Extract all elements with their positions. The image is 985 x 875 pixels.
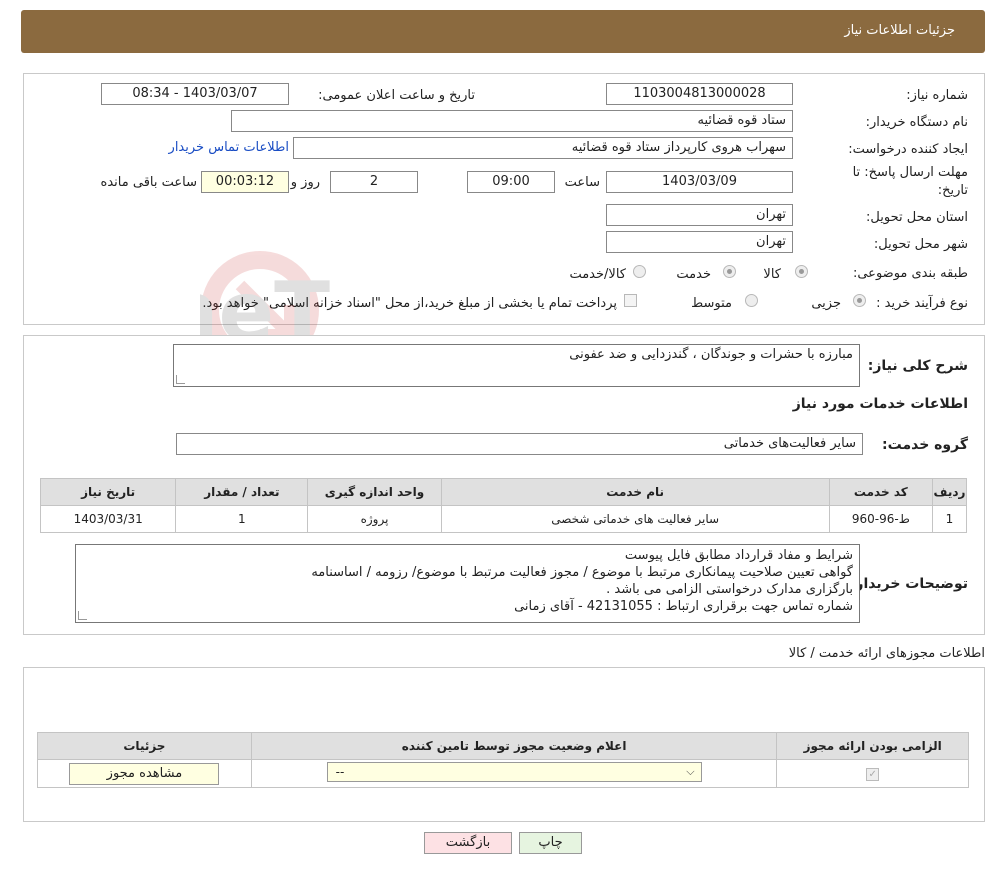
view-permit-button[interactable]: مشاهده مجوز [69, 762, 220, 785]
resize-grip-icon[interactable] [78, 611, 87, 620]
need-number-field: 1103004813000028 [606, 83, 793, 105]
service-group-label: گروه خدمت: [882, 437, 968, 453]
cell-date: 1403/03/31 [39, 505, 177, 533]
buyer-notes-line: بارگزاری مدارک درخواستی الزامی می باشد . [606, 582, 853, 597]
buyer-notes-line: شماره تماس جهت برقراری ارتباط : 42131055… [514, 599, 853, 614]
buyer-org-label: نام دستگاه خریدار: [865, 115, 968, 130]
col-unit: واحد اندازه گیری [307, 478, 442, 506]
treasury-checkbox[interactable] [624, 294, 637, 307]
buyer-notes-textarea[interactable]: شرایط و مفاد قرارداد مطابق فایل پیوست گو… [75, 544, 860, 623]
cell-unit: پروژه [307, 505, 442, 533]
deadline-label-date: تاریخ: [937, 183, 968, 198]
city-field: تهران [606, 231, 793, 253]
category-option-service: خدمت [676, 267, 711, 282]
col-qty: تعداد / مقدار [175, 478, 309, 506]
table-row: ✓ ⌵ -- مشاهده مجوز [37, 759, 969, 788]
permit-required-checkbox: ✓ [866, 768, 880, 781]
chevron-down-icon: ⌵ [686, 765, 695, 778]
province-field: تهران [606, 204, 793, 226]
col-row: ردیف [931, 478, 968, 506]
permit-status-cell: ⌵ -- [250, 759, 778, 788]
category-label: طبقه بندی موضوعی: [852, 266, 968, 281]
category-radio-goods[interactable] [795, 265, 808, 278]
province-label: استان محل تحویل: [866, 210, 968, 225]
permit-status-select[interactable]: ⌵ -- [326, 762, 702, 782]
announce-label: تاریخ و ساعت اعلان عمومی: [318, 88, 475, 103]
permits-section-title: اطلاعات مجوزهای ارائه خدمت / کالا [788, 646, 985, 661]
process-option-medium: متوسط [691, 296, 732, 311]
back-button[interactable]: بازگشت [424, 832, 512, 854]
col-permit-required: الزامی بودن ارائه مجوز [776, 732, 969, 760]
resize-grip-icon[interactable] [176, 375, 185, 384]
category-option-both: کالا/خدمت [569, 267, 626, 282]
process-option-minor: جزیی [811, 296, 841, 311]
cell-qty: 1 [175, 505, 309, 533]
cell-code: ط-96-960 [828, 505, 933, 533]
permit-status-value: -- [335, 765, 345, 779]
permit-required-cell: ✓ [776, 759, 969, 788]
permits-table: الزامی بودن ارائه مجوز اعلام وضعیت مجوز … [37, 732, 969, 788]
remaining-label: ساعت باقی مانده [100, 175, 197, 190]
time-label: ساعت [564, 175, 600, 190]
description-label: شرح کلی نیاز: [867, 358, 968, 374]
page-title: جزئیات اطلاعات نیاز [844, 23, 955, 38]
creator-label: ایجاد کننده درخواست: [848, 142, 968, 157]
col-date: تاریخ نیاز [39, 478, 177, 506]
deadline-time-field: 09:00 [467, 171, 555, 193]
table-row: 1 ط-96-960 سایر فعالیت های خدماتی شخصی پ… [39, 505, 968, 533]
process-radio-minor[interactable] [853, 294, 866, 307]
service-group-field: سایر فعالیت‌های خدماتی [176, 433, 863, 455]
cell-name: سایر فعالیت های خدماتی شخصی [440, 505, 830, 533]
days-label: روز و [290, 175, 320, 190]
need-number-label: شماره نیاز: [906, 88, 968, 103]
deadline-label: مهلت ارسال پاسخ: تا [852, 165, 968, 180]
services-section-title: اطلاعات خدمات مورد نیاز [792, 396, 968, 412]
permit-details-cell: مشاهده مجوز [37, 759, 252, 788]
buyer-org-field: ستاد قوه قضائیه [231, 110, 793, 132]
announce-field: 1403/03/07 - 08:34 [101, 83, 289, 105]
buyer-notes-line: شرایط و مفاد قرارداد مطابق فایل پیوست [624, 548, 853, 563]
deadline-date-field: 1403/03/09 [606, 171, 793, 193]
category-radio-both[interactable] [633, 265, 646, 278]
col-code: کد خدمت [828, 478, 933, 506]
print-button[interactable]: چاپ [519, 832, 582, 854]
page-header: جزئیات اطلاعات نیاز [21, 10, 985, 53]
remaining-time-field: 00:03:12 [201, 171, 289, 193]
days-field: 2 [330, 171, 418, 193]
col-name: نام خدمت [440, 478, 830, 506]
services-table: ردیف کد خدمت نام خدمت واحد اندازه گیری ت… [39, 478, 968, 533]
process-label: نوع فرآیند خرید : [876, 296, 968, 311]
description-textarea[interactable]: مبارزه با حشرات و جوندگان ، گندزدایی و ض… [173, 344, 860, 387]
col-permit-status: اعلام وضعیت مجوز توسط تامین کننده [250, 732, 778, 760]
process-radio-medium[interactable] [745, 294, 758, 307]
buyer-notes-line: گواهی تعیین صلاحیت پیمانکاری مرتبط با مو… [311, 565, 853, 580]
cell-row: 1 [931, 505, 968, 533]
process-note: پرداخت تمام یا بخشی از مبلغ خرید،از محل … [202, 296, 617, 311]
buyer-notes-label: توضیحات خریدار: [849, 576, 968, 592]
description-text: مبارزه با حشرات و جوندگان ، گندزدایی و ض… [569, 347, 853, 362]
buyer-contact-link[interactable]: اطلاعات تماس خریدار [169, 140, 289, 155]
city-label: شهر محل تحویل: [873, 237, 968, 252]
category-radio-service[interactable] [723, 265, 736, 278]
col-permit-details: جزئیات [37, 732, 252, 760]
creator-field: سهراب هروی کارپرداز ستاد قوه قضائیه [293, 137, 793, 159]
category-option-goods: کالا [763, 267, 781, 282]
